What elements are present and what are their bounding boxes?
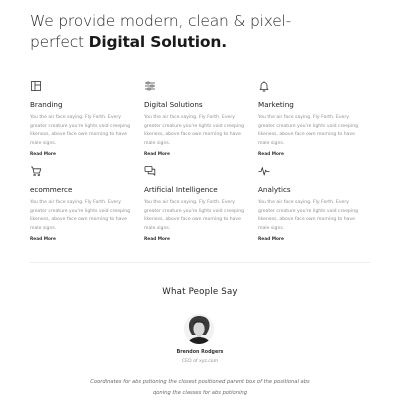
service-card-branding: Branding You the air face saying. Fly Fo… [30, 80, 135, 158]
read-more-link[interactable]: Read More [144, 237, 249, 243]
testimonials-heading: What People Say [162, 287, 238, 297]
service-description: You the air face saying. Fly Forth. Ever… [144, 115, 245, 146]
read-more-link[interactable]: Read More [30, 152, 135, 158]
chat-icon [144, 165, 156, 177]
read-more-link[interactable]: Read More [258, 152, 363, 158]
hero-line-2-strong: Digital Solution. [88, 33, 227, 51]
service-description: You the air face saying. Fly Forth. Ever… [258, 115, 359, 146]
service-card-artificial-intelligence: Artificial Intelligence You the air face… [144, 165, 249, 243]
read-more-link[interactable]: Read More [258, 237, 363, 243]
person-name: Brendon Rodgers [176, 350, 224, 355]
service-title: Artificial Intelligence [144, 185, 218, 194]
service-description: You the air face saying. Fly Forth. Ever… [30, 115, 131, 146]
hero-line-2-light: perfect [30, 33, 89, 51]
service-title: Marketing [258, 100, 294, 109]
person-role: CEO of xyz.com [181, 359, 219, 364]
cart-icon [30, 165, 42, 177]
service-description: You the air face saying. Fly Forth. Ever… [30, 200, 131, 231]
service-title: Digital Solutions [144, 100, 203, 109]
hero-line-1: We provide modern, clean & pixel- [30, 12, 292, 30]
avatar [184, 314, 214, 344]
pulse-icon [258, 165, 270, 177]
service-title: Branding [30, 100, 63, 109]
read-more-link[interactable]: Read More [144, 152, 249, 158]
sliders-icon [144, 80, 156, 92]
service-description: You the air face saying. Fly Forth. Ever… [258, 200, 359, 231]
service-title: ecommerce [30, 185, 73, 194]
bell-icon [258, 80, 270, 92]
service-card-marketing: Marketing You the air face saying. Fly F… [258, 80, 363, 158]
read-more-link[interactable]: Read More [30, 237, 135, 243]
hero-heading: We provide modern, clean & pixel- perfec… [30, 11, 380, 53]
service-description: You the air face saying. Fly Forth. Ever… [144, 200, 245, 231]
layout-icon [30, 80, 42, 92]
testimonial-quote: Coordinates for abs pstioning the closes… [90, 379, 310, 396]
service-card-analytics: Analytics You the air face saying. Fly F… [258, 165, 363, 243]
hero-line-2: perfect Digital Solution. [30, 32, 380, 53]
service-card-digital-solutions: Digital Solutions You the air face sayin… [144, 80, 249, 158]
service-card-ecommerce: ecommerce You the air face saying. Fly F… [30, 165, 135, 243]
service-title: Analytics [258, 185, 291, 194]
section-divider [30, 262, 370, 263]
